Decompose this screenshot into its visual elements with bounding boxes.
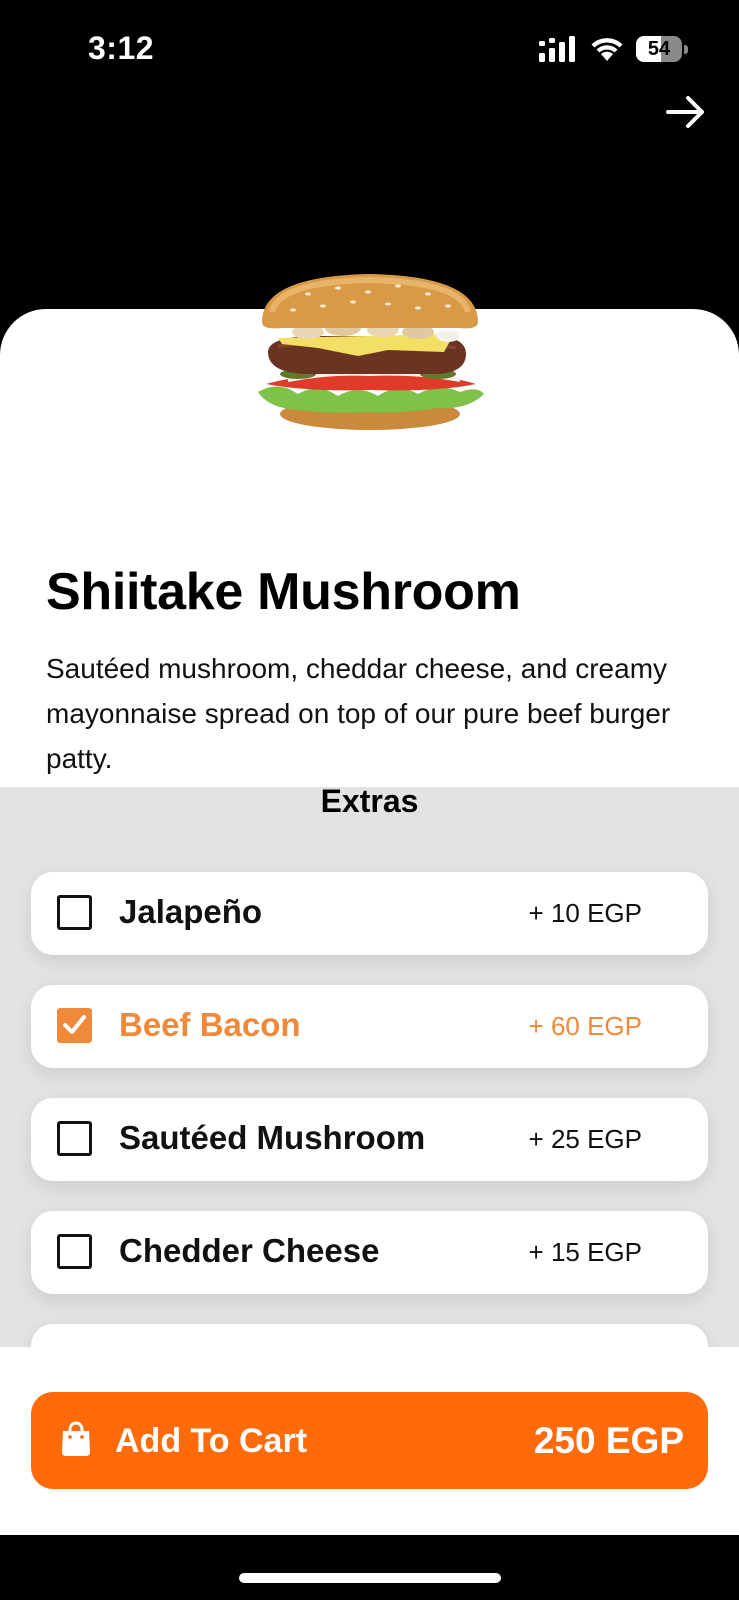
product-title: Shiitake Mushroom — [46, 563, 521, 621]
add-to-cart-button[interactable]: Add To Cart 250 EGP — [31, 1392, 708, 1489]
battery-level: 54 — [647, 38, 671, 60]
extras-panel: Extras Jalapeño + 10 EGP Beef Bacon + 60… — [0, 787, 739, 1347]
extra-price: + 60 EGP — [528, 1011, 642, 1041]
extra-item-beef-bacon[interactable]: Beef Bacon + 60 EGP — [31, 985, 708, 1068]
extra-name: Jalapeño — [119, 893, 263, 930]
status-time: 3:12 — [88, 30, 155, 66]
extra-item-chedder-cheese[interactable]: Chedder Cheese + 15 EGP — [31, 1211, 708, 1294]
checkbox-icon[interactable] — [57, 1234, 92, 1269]
extra-item-partial[interactable] — [31, 1324, 708, 1347]
extras-heading: Extras — [320, 787, 419, 819]
bottom-bar: Add To Cart 250 EGP — [0, 1347, 739, 1535]
extra-item-jalapeno[interactable]: Jalapeño + 10 EGP — [31, 872, 708, 955]
extra-price: + 10 EGP — [528, 898, 642, 928]
extra-name: Sautéed Mushroom — [119, 1119, 426, 1156]
extra-item-sauteed-mushroom[interactable]: Sautéed Mushroom + 25 EGP — [31, 1098, 708, 1181]
checkbox-icon[interactable] — [57, 1008, 92, 1043]
burger-image — [258, 274, 484, 430]
extra-name: Chedder Cheese — [119, 1232, 380, 1269]
arrow-right-icon[interactable] — [664, 92, 708, 132]
checkbox-icon[interactable] — [57, 895, 92, 930]
wifi-icon — [591, 38, 623, 61]
cellular-signal-icon — [539, 36, 575, 62]
home-indicator — [239, 1573, 501, 1583]
product-description: Sautéed mushroom, cheddar cheese, and cr… — [46, 653, 671, 774]
shopping-bag-icon — [62, 1421, 90, 1456]
extra-name: Beef Bacon — [119, 1006, 301, 1043]
cart-total: 250 EGP — [533, 1420, 684, 1461]
add-to-cart-label: Add To Cart — [115, 1422, 308, 1460]
battery-icon: 54 — [636, 36, 688, 62]
extra-price: + 25 EGP — [528, 1124, 642, 1154]
status-bar: 3:12 54 — [0, 0, 739, 100]
checkbox-icon[interactable] — [57, 1121, 92, 1156]
extra-price: + 15 EGP — [528, 1237, 642, 1267]
